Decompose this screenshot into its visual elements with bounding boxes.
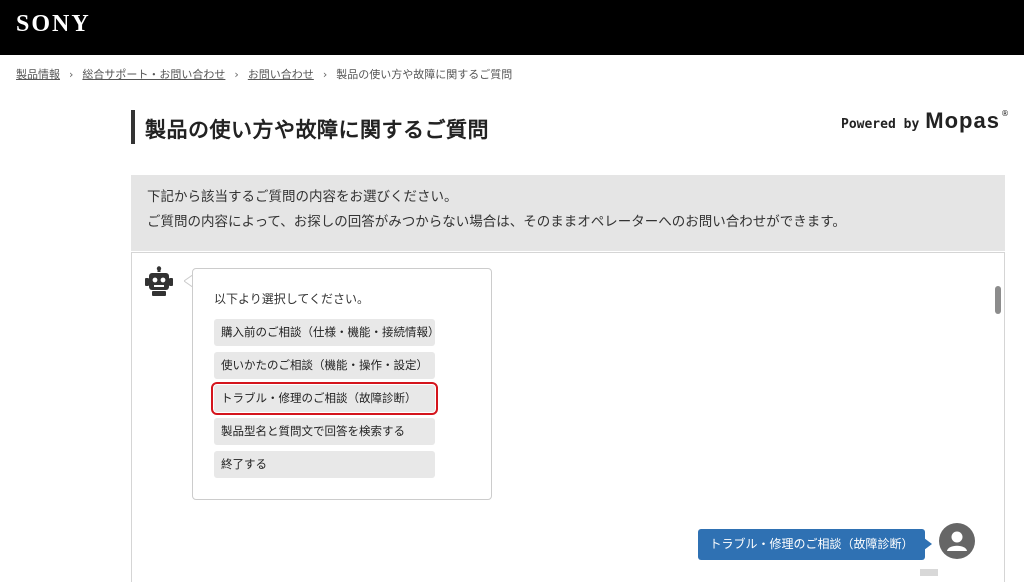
- chevron-right-icon: ›: [234, 67, 239, 81]
- breadcrumb-current: 製品の使い方や故障に関するご質問: [336, 68, 513, 81]
- powered-by-label: Powered by: [841, 117, 920, 132]
- notice-line-1: 下記から該当するご質問の内容をお選びください。: [147, 189, 458, 205]
- page-title: 製品の使い方や故障に関するご質問: [145, 118, 489, 142]
- breadcrumb-link-products[interactable]: 製品情報: [16, 66, 60, 82]
- breadcrumb-link-support[interactable]: 総合サポート・お問い合わせ: [82, 66, 225, 82]
- message-timestamp: [920, 569, 938, 576]
- option-pre-purchase[interactable]: 購入前のご相談（仕様・機能・接続情報）: [214, 319, 440, 346]
- chevron-right-icon: ›: [322, 67, 328, 81]
- powered-by-mopas: Powered by Mopas ®: [841, 108, 1009, 134]
- chevron-right-icon: ›: [69, 67, 74, 81]
- user-bubble-pointer: [924, 538, 932, 550]
- robot-icon: [145, 266, 173, 296]
- top-header: SONY: [0, 0, 1024, 55]
- registered-mark: ®: [1000, 109, 1009, 118]
- title-accent-bar: [131, 110, 135, 144]
- option-search-by-model[interactable]: 製品型名と質問文で回答を検索する: [214, 418, 435, 445]
- option-end[interactable]: 終了する: [214, 451, 435, 478]
- option-trouble-repair[interactable]: トラブル・修理のご相談（故障診断）: [211, 382, 438, 415]
- option-usage[interactable]: 使いかたのご相談（機能・操作・設定）: [214, 352, 435, 379]
- breadcrumb-link-contact[interactable]: お問い合わせ: [248, 66, 314, 82]
- notice-line-2: ご質問の内容によって、お探しの回答がみつからない場合は、そのままオペレーターへの…: [147, 214, 846, 230]
- breadcrumb: 製品情報 › 総合サポート・お問い合わせ › お問い合わせ › 製品の使い方や故…: [16, 66, 512, 82]
- chat-scrollbar-thumb[interactable]: [995, 286, 1001, 314]
- mopas-logo: Mopas: [925, 108, 1000, 133]
- bot-prompt-text: 以下より選択してください。: [214, 292, 370, 306]
- user-avatar-icon: [939, 523, 975, 559]
- instruction-notice: 下記から該当するご質問の内容をお選びください。 ご質問の内容によって、お探しの回…: [131, 175, 1005, 251]
- user-message-bubble: トラブル・修理のご相談（故障診断）: [698, 529, 925, 560]
- sony-logo[interactable]: SONY: [16, 11, 91, 38]
